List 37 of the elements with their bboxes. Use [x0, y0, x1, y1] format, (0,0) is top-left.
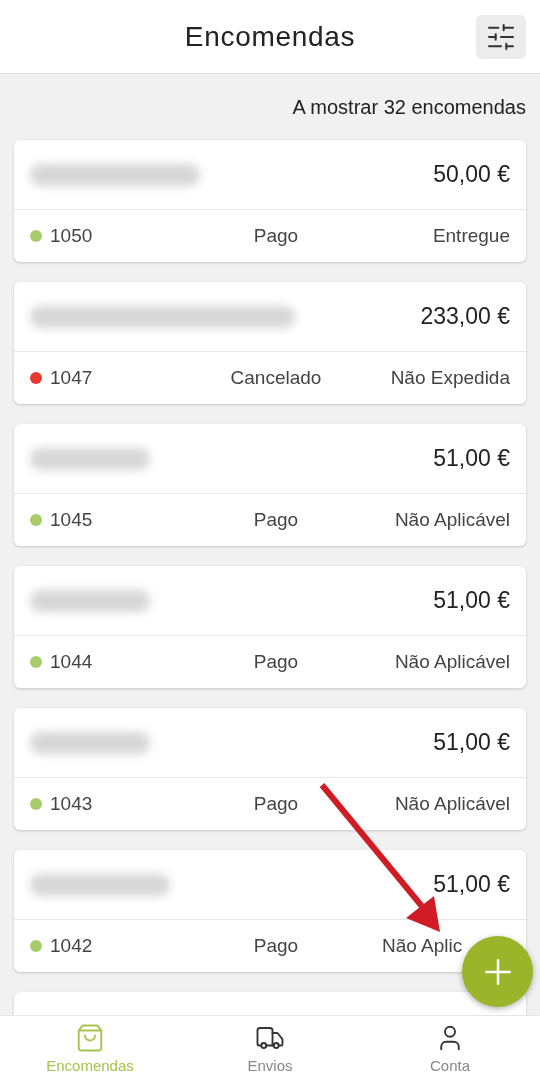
filter-button[interactable] [476, 15, 526, 59]
shipping-status: Não Aplicável [394, 507, 510, 532]
filter-icon [485, 21, 517, 53]
payment-status: Cancelado [230, 365, 322, 390]
payment-status: Pago [253, 223, 299, 248]
order-amount: 51,00 € [433, 586, 510, 616]
order-amount: 51,00 € [433, 870, 510, 900]
order-card[interactable]: 51,00 € 1045 Pago Não Aplicável [14, 424, 526, 546]
order-number: 1044 [50, 649, 93, 674]
order-number: 1050 [50, 223, 93, 248]
shipping-status: Não Aplicável [394, 649, 510, 674]
nav-tab[interactable]: Envios [180, 1016, 360, 1084]
shopping-bag-icon [75, 1022, 105, 1053]
order-count: A mostrar 32 encomendas [292, 95, 526, 120]
order-card[interactable]: 51,00 € 1042 Pago Não Aplic [14, 850, 526, 972]
order-number: 1047 [50, 365, 93, 390]
order-card[interactable]: 51,00 € 1043 Pago Não Aplicável [14, 708, 526, 830]
payment-status: Pago [253, 507, 299, 532]
shipping-status: Não Aplic [382, 933, 463, 958]
order-amount: 51,00 € [433, 728, 510, 758]
payment-status: Pago [253, 649, 299, 674]
order-card[interactable]: 51,00 € 1044 Pago Não Aplicável [14, 566, 526, 688]
order-number: 1043 [50, 791, 93, 816]
order-card[interactable]: 233,00 € 1047 Cancelado Não Expedida [14, 282, 526, 404]
page-title: Encomendas [184, 19, 356, 54]
shipping-status: Não Expedida [390, 365, 510, 390]
nav-tab[interactable]: Conta [360, 1016, 540, 1084]
payment-status: Pago [253, 933, 299, 958]
order-card[interactable]: 50,00 € 1050 Pago Entregue [14, 140, 526, 262]
order-amount: 50,00 € [433, 160, 510, 190]
order-number: 1045 [50, 507, 93, 532]
order-amount: 233,00 € [420, 302, 510, 332]
shipping-status: Não Aplicável [394, 791, 510, 816]
order-amount: 51,00 € [433, 444, 510, 474]
order-number: 1042 [50, 933, 93, 958]
payment-status: Pago [253, 791, 299, 816]
shipping-status: Entregue [432, 223, 510, 248]
